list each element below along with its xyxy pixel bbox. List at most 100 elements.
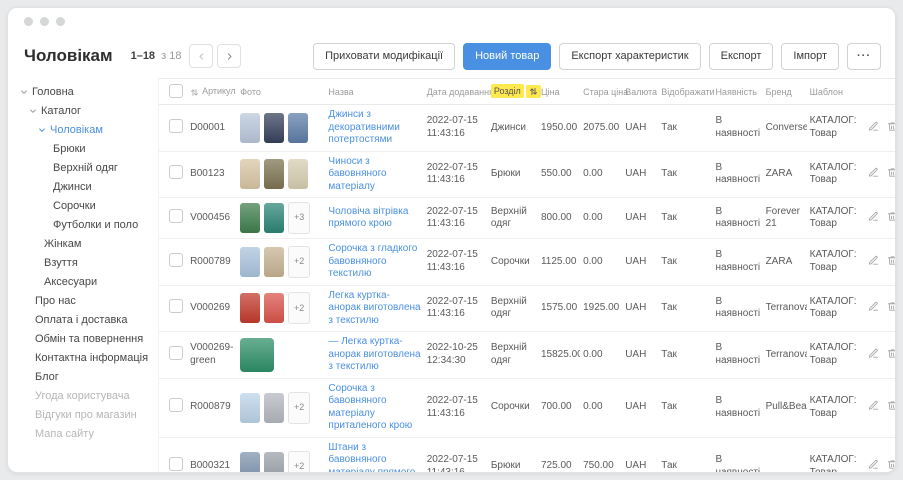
- row-checkbox[interactable]: [169, 346, 183, 360]
- row-checkbox[interactable]: [169, 299, 183, 313]
- sidebar-item-15[interactable]: Блог: [8, 367, 158, 386]
- column-header-3[interactable]: Дата додавання: [424, 79, 488, 105]
- brand-cell: ZARA: [763, 239, 807, 286]
- sidebar-item-10[interactable]: Аксесуари: [8, 272, 158, 291]
- sidebar-item-3[interactable]: Брюки: [8, 139, 158, 158]
- row-checkbox[interactable]: [169, 119, 183, 133]
- prev-page-button[interactable]: [189, 44, 213, 68]
- table-row: V000269+2Легка куртка-анорак виготовлена…: [159, 285, 895, 332]
- import-button[interactable]: Імпорт: [781, 43, 839, 70]
- product-photo-thumbnail: [288, 113, 308, 143]
- select-all-checkbox[interactable]: [169, 84, 183, 98]
- name-cell: Сорочка з гладкого бавовняного текстилю: [325, 239, 423, 286]
- sidebar-item-2[interactable]: Чоловікам: [8, 120, 158, 139]
- edit-button[interactable]: [868, 210, 879, 225]
- price-cell: 1575.00: [538, 285, 580, 332]
- delete-button[interactable]: [887, 399, 895, 414]
- section-cell: Брюки: [488, 151, 538, 198]
- row-checkbox[interactable]: [169, 253, 183, 267]
- next-page-button[interactable]: [217, 44, 241, 68]
- column-header-8[interactable]: Відображати: [658, 79, 712, 105]
- template-cell: КАТАЛОГ: Товар: [807, 151, 857, 198]
- column-header-4[interactable]: Розділ: [488, 79, 538, 105]
- trash-icon: [887, 210, 895, 225]
- edit-button[interactable]: [868, 347, 879, 362]
- sidebar-item-1[interactable]: Каталог: [8, 101, 158, 120]
- old-price-cell: 2075.00: [580, 105, 622, 152]
- column-header-0[interactable]: Артикул: [187, 79, 237, 105]
- product-name-link[interactable]: Джинси з декоративними потертостями: [328, 109, 399, 145]
- edit-button[interactable]: [868, 254, 879, 269]
- column-header-11[interactable]: Шаблон: [807, 79, 857, 105]
- delete-button[interactable]: [887, 458, 895, 472]
- row-checkbox[interactable]: [169, 398, 183, 412]
- more-actions-button[interactable]: ···: [847, 43, 881, 70]
- photos-group: [240, 159, 322, 189]
- chevron-down-icon: [29, 107, 37, 115]
- column-header-10[interactable]: Бренд: [763, 79, 807, 105]
- export-button[interactable]: Експорт: [709, 43, 774, 70]
- product-name-link[interactable]: Чиноси з бавовняного матеріалу: [328, 156, 386, 192]
- product-name-link[interactable]: Сорочка з бавовняного матеріалу притален…: [328, 383, 412, 432]
- sidebar-item-17[interactable]: Відгуки про магазин: [8, 405, 158, 424]
- date-value: 2022-07-15: [427, 206, 485, 219]
- more-photos-badge: +2: [288, 246, 310, 278]
- name-cell: — Легка куртка-анорак виготовлена з текс…: [325, 332, 423, 379]
- product-name-link[interactable]: Чоловіча вітрівка прямого крою: [328, 206, 408, 230]
- sidebar-item-label: Мапа сайту: [35, 428, 94, 440]
- sidebar-item-12[interactable]: Оплата і доставка: [8, 310, 158, 329]
- currency-cell: UAH: [622, 239, 658, 286]
- product-name-link[interactable]: Легка куртка-анорак виготовлена з тексти…: [328, 290, 420, 326]
- edit-button[interactable]: [868, 458, 879, 472]
- delete-button[interactable]: [887, 166, 895, 181]
- sidebar-item-5[interactable]: Джинси: [8, 177, 158, 196]
- sidebar-item-18[interactable]: Мапа сайту: [8, 424, 158, 443]
- column-header-5[interactable]: Ціна: [538, 79, 580, 105]
- edit-button[interactable]: [868, 399, 879, 414]
- row-select-cell: [159, 285, 187, 332]
- display-cell: Так: [658, 151, 712, 198]
- row-checkbox[interactable]: [169, 165, 183, 179]
- hide-modifications-button[interactable]: Приховати модифікації: [313, 43, 455, 70]
- column-header-2[interactable]: Назва: [325, 79, 423, 105]
- delete-button[interactable]: [887, 254, 895, 269]
- column-header-7[interactable]: Валюта: [622, 79, 658, 105]
- delete-button[interactable]: [887, 120, 895, 135]
- product-name-link[interactable]: Штани з бавовняного матеріалу прямого кр…: [328, 442, 415, 473]
- edit-button[interactable]: [868, 166, 879, 181]
- edit-button[interactable]: [868, 300, 879, 315]
- time-value: 11:43:16: [427, 408, 485, 421]
- edit-button[interactable]: [868, 120, 879, 135]
- sidebar-item-6[interactable]: Сорочки: [8, 196, 158, 215]
- sort-icon[interactable]: [190, 88, 199, 97]
- price-cell: 550.00: [538, 151, 580, 198]
- sidebar-item-label: Блог: [35, 371, 59, 383]
- delete-button[interactable]: [887, 347, 895, 362]
- new-product-button[interactable]: Новий товар: [463, 43, 551, 70]
- sidebar-item-14[interactable]: Контактна інформація: [8, 348, 158, 367]
- row-actions-cell: [857, 105, 895, 152]
- delete-button[interactable]: [887, 210, 895, 225]
- column-header-1[interactable]: Фото: [237, 79, 325, 105]
- column-header-9[interactable]: Наявність: [712, 79, 762, 105]
- sidebar-item-9[interactable]: Взуття: [8, 253, 158, 272]
- row-checkbox[interactable]: [169, 457, 183, 471]
- sidebar-item-4[interactable]: Верхній одяг: [8, 158, 158, 177]
- time-value: 11:43:16: [427, 218, 485, 231]
- sidebar-item-0[interactable]: Головна: [8, 82, 158, 101]
- product-photo-thumbnail: [240, 452, 260, 473]
- sidebar-item-13[interactable]: Обмін та повернення: [8, 329, 158, 348]
- product-name-link[interactable]: — Легка куртка-анорак виготовлена з текс…: [328, 336, 420, 372]
- availability-cell: В наявності: [712, 378, 762, 437]
- sidebar-item-16[interactable]: Угода користувача: [8, 386, 158, 405]
- sidebar-item-11[interactable]: Про нас: [8, 291, 158, 310]
- sidebar-item-7[interactable]: Футболки и поло: [8, 215, 158, 234]
- product-name-link[interactable]: Сорочка з гладкого бавовняного текстилю: [328, 243, 417, 279]
- column-header-6[interactable]: Стара ціна: [580, 79, 622, 105]
- delete-button[interactable]: [887, 300, 895, 315]
- photos-cell: [237, 332, 325, 379]
- sidebar-item-8[interactable]: Жінкам: [8, 234, 158, 253]
- sort-icon[interactable]: [526, 85, 541, 98]
- row-checkbox[interactable]: [169, 209, 183, 223]
- export-characteristics-button[interactable]: Експорт характеристик: [559, 43, 700, 70]
